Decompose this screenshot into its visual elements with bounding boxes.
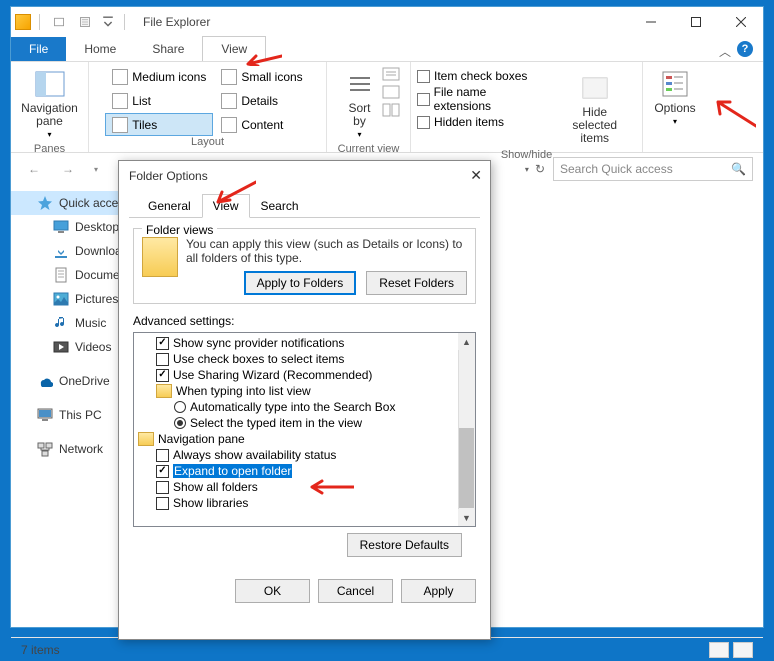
advanced-item[interactable]: Use check boxes to select items (136, 351, 473, 367)
window-title: File Explorer (143, 15, 210, 29)
advanced-item[interactable]: Automatically type into the Search Box (136, 399, 473, 415)
advanced-item[interactable]: Expand to open folder (136, 463, 473, 479)
qat-new-folder-icon[interactable] (48, 11, 70, 33)
qat-dropdown-icon[interactable] (100, 11, 116, 33)
radio-icon (174, 401, 186, 413)
close-button[interactable] (718, 7, 763, 37)
file-tab[interactable]: File (11, 37, 66, 61)
layout-tiles[interactable]: Tiles (105, 113, 213, 136)
scroll-up-icon: ▲ (458, 333, 475, 350)
scrollbar-thumb (459, 428, 474, 508)
item-count: 7 items (21, 643, 60, 657)
radio-icon (174, 417, 186, 429)
folder-icon (138, 432, 154, 446)
scroll-down-icon: ▼ (458, 509, 475, 526)
status-bar: 7 items (11, 637, 763, 661)
dialog-tab-search[interactable]: Search (250, 194, 310, 218)
folder-options-dialog: Folder Options ✕ General View Search Fol… (118, 160, 491, 640)
advanced-item[interactable]: Show libraries (136, 495, 473, 511)
hidden-items-checkbox[interactable]: Hidden items (417, 114, 543, 130)
ribbon-tabs: File Home Share View ︿ ? (11, 37, 763, 61)
options-button[interactable]: Options ▾ (648, 64, 701, 130)
item-label: Expand to open folder (173, 464, 292, 478)
layout-list[interactable]: List (105, 90, 213, 113)
advanced-settings-tree[interactable]: Show sync provider notifications Use chec… (133, 332, 476, 527)
recent-dropdown[interactable]: ▾ (89, 157, 103, 181)
layout-content[interactable]: Content (214, 113, 309, 136)
folder-views-group: Folder views You can apply this view (su… (133, 228, 476, 304)
advanced-item[interactable]: Show all folders (136, 479, 473, 495)
cancel-button[interactable]: Cancel (318, 579, 393, 603)
scrollbar[interactable]: ▲ ▼ (458, 333, 475, 526)
item-label: Show sync provider notifications (173, 336, 344, 350)
checkbox-icon (156, 497, 169, 510)
advanced-settings-label: Advanced settings: (133, 314, 476, 328)
help-icon[interactable]: ? (737, 41, 753, 57)
tab-view[interactable]: View (202, 36, 266, 61)
ribbon: Navigation pane ▾ Panes Medium icons Sma… (11, 61, 763, 153)
maximize-button[interactable] (673, 7, 718, 37)
dialog-close-button[interactable]: ✕ (470, 167, 482, 184)
dialog-titlebar[interactable]: Folder Options ✕ (119, 161, 490, 191)
checkbox-icon (156, 353, 169, 366)
file-name-extensions-checkbox[interactable]: File name extensions (417, 84, 543, 114)
minimize-ribbon-icon[interactable]: ︿ (719, 43, 731, 60)
forward-button[interactable]: → (55, 157, 81, 181)
system-icon[interactable] (15, 14, 31, 30)
back-button[interactable]: ← (21, 157, 47, 181)
sort-by-button[interactable]: Sort by ▾ (338, 64, 382, 143)
navigation-pane-button[interactable]: Navigation pane ▾ (15, 64, 84, 143)
advanced-item[interactable]: Show sync provider notifications (136, 335, 473, 351)
advanced-item: When typing into list view (136, 383, 473, 399)
checkbox-icon (156, 369, 169, 382)
item-label: Select the typed item in the view (190, 416, 362, 430)
details-view-icon (709, 642, 729, 658)
refresh-icon[interactable]: ↻ (535, 162, 545, 176)
apply-to-folders-button[interactable]: Apply to Folders (244, 271, 357, 295)
dialog-footer: OK Cancel Apply (119, 571, 490, 611)
tab-home[interactable]: Home (66, 37, 134, 61)
item-label: Use Sharing Wizard (Recommended) (173, 368, 372, 382)
restore-defaults-button[interactable]: Restore Defaults (347, 533, 462, 557)
folder-icon (156, 384, 172, 398)
apply-button[interactable]: Apply (401, 579, 476, 603)
view-mode-icons[interactable] (709, 642, 753, 658)
minimize-button[interactable] (628, 7, 673, 37)
tiles-view-icon (733, 642, 753, 658)
item-label: When typing into list view (176, 384, 311, 398)
checkbox-icon (156, 337, 169, 350)
dialog-tab-general[interactable]: General (137, 194, 202, 218)
advanced-item[interactable]: Use Sharing Wizard (Recommended) (136, 367, 473, 383)
layout-gallery[interactable]: Medium icons Small icons List Details Ti… (105, 66, 309, 136)
qat-properties-icon[interactable] (74, 11, 96, 33)
search-box[interactable]: Search Quick access 🔍 (553, 157, 753, 181)
layout-small-icons[interactable]: Small icons (214, 66, 309, 89)
ok-button[interactable]: OK (235, 579, 310, 603)
checkbox-icon (156, 465, 169, 478)
advanced-item[interactable]: Select the typed item in the view (136, 415, 473, 431)
advanced-item: Navigation pane (136, 431, 473, 447)
item-label: Always show availability status (173, 448, 336, 462)
search-icon: 🔍 (731, 162, 746, 176)
advanced-item[interactable]: Always show availability status (136, 447, 473, 463)
reset-folders-button[interactable]: Reset Folders (366, 271, 467, 295)
layout-medium-icons[interactable]: Medium icons (105, 66, 213, 89)
folder-views-icon (142, 237, 178, 277)
item-label: Automatically type into the Search Box (190, 400, 395, 414)
item-check-boxes-checkbox[interactable]: Item check boxes (417, 68, 543, 84)
checkbox-icon (156, 449, 169, 462)
item-label: Show libraries (173, 496, 248, 510)
item-label: Navigation pane (158, 432, 245, 446)
titlebar[interactable]: File Explorer (11, 7, 763, 37)
checkbox-icon (156, 481, 169, 494)
item-label: Show all folders (173, 480, 258, 494)
dialog-tab-view[interactable]: View (202, 194, 250, 218)
hide-selected-items-button[interactable]: Hide selected items (553, 68, 636, 149)
item-label: Use check boxes to select items (173, 352, 344, 366)
dialog-tabs: General View Search (129, 193, 480, 218)
tab-share[interactable]: Share (134, 37, 202, 61)
layout-details[interactable]: Details (214, 90, 309, 113)
